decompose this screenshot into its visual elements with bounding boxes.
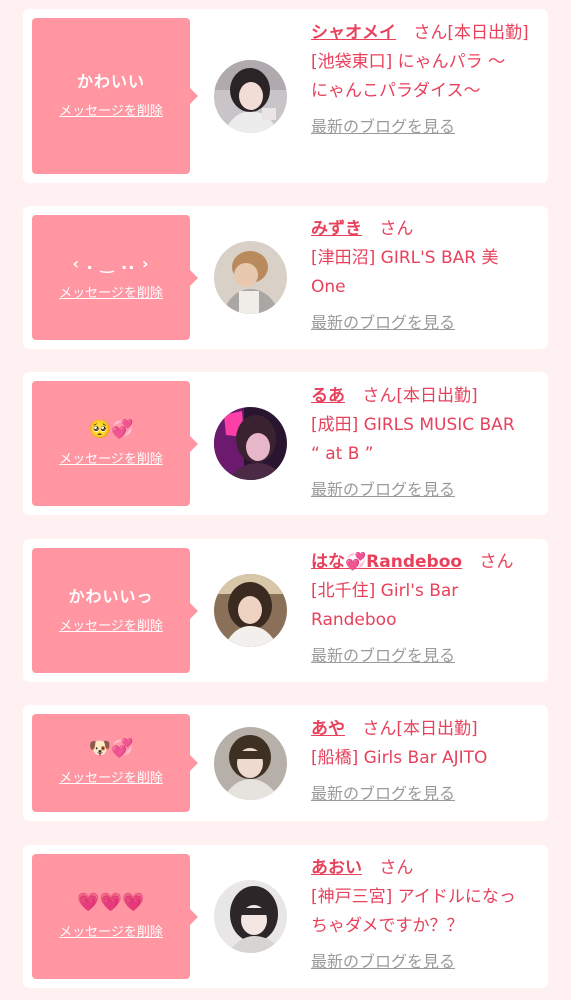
cast-name-link[interactable]: あや xyxy=(311,719,345,739)
message-card: ‹ . ‿ .. › メッセージを削除 みずき さん [津田沼] GIRL'S … xyxy=(23,206,548,349)
cast-name-link[interactable]: シャオメイ xyxy=(311,23,396,43)
shop-name: [池袋東口] にゃんパラ 〜 にゃんこパラダイス〜 xyxy=(311,48,543,106)
blog-link[interactable]: 最新のブログを見る xyxy=(311,312,455,334)
message-text: ‹ . ‿ .. › xyxy=(72,253,150,273)
honorific: さん xyxy=(479,552,514,572)
shop-line: にゃんこパラダイス〜 xyxy=(311,81,481,101)
blog-link[interactable]: 最新のブログを見る xyxy=(311,783,455,805)
cast-name-link[interactable]: あおい xyxy=(311,858,362,878)
blog-link[interactable]: 最新のブログを見る xyxy=(311,116,455,138)
avatar[interactable] xyxy=(214,880,287,953)
honorific: さん xyxy=(362,386,397,406)
avatar[interactable] xyxy=(214,60,287,133)
message-card: かわいい メッセージを削除 シャオメイ さん[本日出勤] [池袋東口] にゃんパ… xyxy=(23,9,548,183)
message-bubble: 🐶💞 メッセージを削除 xyxy=(32,714,198,812)
message-card: 🐶💞 メッセージを削除 あや さん[本日出勤] [船橋] Girls Bar A… xyxy=(23,705,548,821)
honorific: さん xyxy=(379,858,414,878)
cast-info: あおい さん [神戸三宮] アイドルになっ ちゃダメですか？？ 最新のブログを見… xyxy=(311,854,543,973)
message-bubble: ‹ . ‿ .. › メッセージを削除 xyxy=(32,215,198,340)
girl-photo-avatar-icon xyxy=(214,407,287,480)
shop-name: [船橋] Girls Bar AJITO xyxy=(311,744,543,773)
message-text: 🥺💞 xyxy=(88,418,134,440)
cast-name-link[interactable]: みずき xyxy=(311,219,362,239)
shop-line: [池袋東口] にゃんパラ 〜 xyxy=(311,52,506,72)
girl-photo-avatar-icon xyxy=(214,60,287,133)
avatar[interactable] xyxy=(214,574,287,647)
blog-link[interactable]: 最新のブログを見る xyxy=(311,951,455,973)
shop-line: [成田] GIRLS MUSIC BAR xyxy=(311,415,515,435)
message-card: 🥺💞 メッセージを削除 るあ さん[本日出勤] [成田] GIRLS MUSIC… xyxy=(23,372,548,515)
status-label: [本日出勤] xyxy=(396,386,478,406)
honorific: さん xyxy=(413,23,448,43)
shop-name: [神戸三宮] アイドルになっ ちゃダメですか？？ xyxy=(311,883,543,941)
shop-name: [北千住] Girl's Bar Randeboo xyxy=(311,577,543,635)
shop-line: [北千住] Girl's Bar xyxy=(311,581,459,601)
delete-message-link[interactable]: メッセージを削除 xyxy=(59,770,163,788)
cast-info: るあ さん[本日出勤] [成田] GIRLS MUSIC BAR “ at B … xyxy=(311,382,543,501)
delete-message-link[interactable]: メッセージを削除 xyxy=(59,451,163,469)
delete-message-link[interactable]: メッセージを削除 xyxy=(59,103,163,121)
message-text: かわいい xyxy=(76,72,145,91)
message-bubble: 💗💗💗 メッセージを削除 xyxy=(32,854,198,979)
cast-info: シャオメイ さん[本日出勤] [池袋東口] にゃんパラ 〜 にゃんこパラダイス〜… xyxy=(311,19,543,138)
cast-info: あや さん[本日出勤] [船橋] Girls Bar AJITO 最新のブログを… xyxy=(311,715,543,805)
status-label: [本日出勤] xyxy=(396,719,478,739)
status-label: [本日出勤] xyxy=(447,23,529,43)
cast-name-link[interactable]: るあ xyxy=(311,386,345,406)
message-text: 💗💗💗 xyxy=(77,891,145,913)
blog-link[interactable]: 最新のブログを見る xyxy=(311,645,455,667)
message-bubble: かわいい メッセージを削除 xyxy=(32,18,198,174)
cast-info: みずき さん [津田沼] GIRL'S BAR 美 One 最新のブログを見る xyxy=(311,215,543,334)
avatar[interactable] xyxy=(214,727,287,800)
girl-photo-avatar-icon xyxy=(214,880,287,953)
honorific: さん xyxy=(362,719,397,739)
message-card: かわいいっ メッセージを削除 はな💞Randeboo さん [北千住] Girl… xyxy=(23,539,548,682)
girl-photo-avatar-icon xyxy=(214,241,287,314)
shop-line: “ at B ” xyxy=(311,444,374,464)
shop-line: One xyxy=(311,277,346,297)
shop-name: [津田沼] GIRL'S BAR 美 One xyxy=(311,244,543,302)
cast-name-link[interactable]: はな💞Randeboo xyxy=(311,552,462,572)
message-text: 🐶💞 xyxy=(88,738,134,759)
message-list: かわいい メッセージを削除 シャオメイ さん[本日出勤] [池袋東口] にゃんパ… xyxy=(0,0,571,1000)
delete-message-link[interactable]: メッセージを削除 xyxy=(59,285,163,303)
cast-info: はな💞Randeboo さん [北千住] Girl's Bar Randeboo… xyxy=(311,548,543,667)
avatar[interactable] xyxy=(214,407,287,480)
message-bubble: 🥺💞 メッセージを削除 xyxy=(32,381,198,506)
shop-line: [神戸三宮] アイドルになっ xyxy=(311,887,516,907)
shop-line: [津田沼] GIRL'S BAR 美 xyxy=(311,248,499,268)
girl-photo-avatar-icon xyxy=(214,574,287,647)
shop-line: [船橋] Girls Bar AJITO xyxy=(311,748,488,768)
delete-message-link[interactable]: メッセージを削除 xyxy=(59,618,163,636)
avatar[interactable] xyxy=(214,241,287,314)
shop-line: ちゃダメですか？？ xyxy=(311,916,464,936)
message-text: かわいいっ xyxy=(68,586,154,606)
shop-line: Randeboo xyxy=(311,610,397,630)
message-card: 💗💗💗 メッセージを削除 あおい さん [神戸三宮] アイドルになっ ちゃダメで… xyxy=(23,845,548,988)
message-bubble: かわいいっ メッセージを削除 xyxy=(32,548,198,673)
girl-photo-avatar-icon xyxy=(214,727,287,800)
blog-link[interactable]: 最新のブログを見る xyxy=(311,479,455,501)
honorific: さん xyxy=(379,219,414,239)
delete-message-link[interactable]: メッセージを削除 xyxy=(59,924,163,942)
shop-name: [成田] GIRLS MUSIC BAR “ at B ” xyxy=(311,411,543,469)
